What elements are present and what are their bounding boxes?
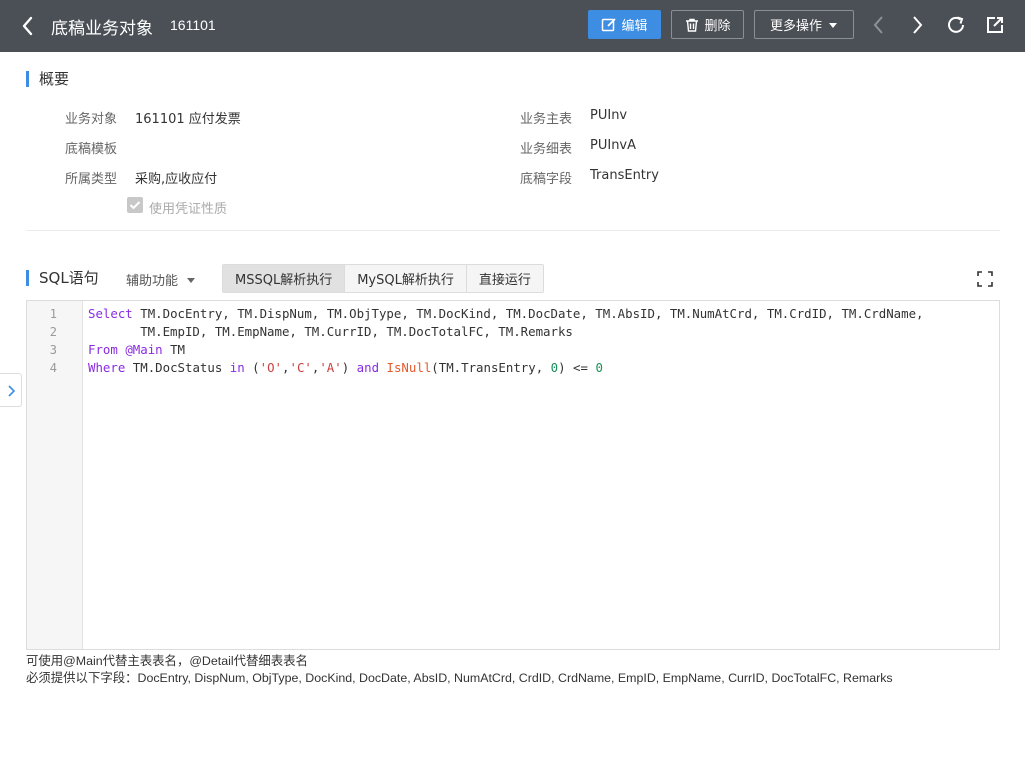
prev-icon[interactable] (868, 14, 890, 36)
back-icon[interactable] (18, 14, 38, 38)
voucher-nature-label: 使用凭证性质 (149, 202, 228, 217)
fullscreen-icon[interactable] (976, 270, 994, 288)
code-text: TM.DocStatus (132, 360, 223, 375)
code-line-1: Select TM.DocEntry, TM.DispNum, TM.ObjTy… (88, 306, 924, 321)
section-divider (26, 230, 1000, 231)
next-icon[interactable] (906, 14, 928, 36)
keyword: in (229, 360, 245, 375)
expand-sidebar-button[interactable] (0, 373, 22, 407)
top-bar: 底稿业务对象 161101 编辑 删除 更多操作 (0, 0, 1025, 52)
caret-down-icon (187, 278, 196, 283)
expand-sidebar-icon (8, 385, 16, 397)
check-icon (129, 201, 141, 210)
template-label: 底稿模板 (65, 142, 118, 157)
edit-button-label: 编辑 (621, 19, 648, 34)
field-value: TransEntry (590, 168, 659, 183)
biz-object-label: 业务对象 (65, 112, 118, 127)
required-fields-note: 必须提供以下字段：DocEntry, DispNum, ObjType, Doc… (26, 671, 893, 685)
refresh-icon[interactable] (945, 14, 967, 36)
number-literal: 0 (595, 360, 603, 375)
tab-mssql-execute[interactable]: MSSQL解析执行 (223, 265, 346, 292)
operator: <= (573, 360, 588, 375)
detail-table-value: PUInvA (590, 138, 637, 153)
line-number: 1 (49, 307, 57, 321)
line-number: 4 (49, 361, 57, 375)
string-literal: 'O' (259, 360, 283, 375)
usage-note: 可使用@Main代替主表表名，@Detail代替细表表名 (26, 654, 308, 668)
edit-button[interactable]: 编辑 (588, 10, 661, 39)
line-number: 3 (49, 343, 57, 357)
external-link-icon[interactable] (984, 14, 1006, 36)
table-alias: TM (170, 342, 186, 357)
execution-mode-tabs: MSSQL解析执行 MySQL解析执行 直接运行 (222, 264, 544, 293)
code-text: TM.DocEntry, TM.DispNum, TM.ObjType, TM.… (140, 306, 924, 321)
code-line-2: TM.EmpID, TM.EmpName, TM.CurrID, TM.DocT… (88, 324, 573, 339)
main-table-value: PUInv (590, 108, 628, 123)
voucher-nature-checkbox[interactable] (127, 197, 143, 213)
keyword: From (88, 342, 118, 357)
string-literal: 'A' (319, 360, 342, 375)
delete-button[interactable]: 删除 (671, 10, 744, 39)
keyword: and (356, 360, 380, 375)
edit-icon (602, 17, 617, 31)
main-table-placeholder: @Main (125, 342, 163, 357)
more-actions-dropdown[interactable]: 更多操作 (754, 10, 854, 39)
type-value: 采购,应收应付 (135, 172, 218, 187)
string-literal: 'C' (289, 360, 312, 375)
tab-mysql-execute[interactable]: MySQL解析执行 (345, 265, 467, 292)
more-actions-label: 更多操作 (769, 19, 822, 34)
assist-dropdown[interactable]: 辅助功能 (126, 270, 196, 289)
sql-editor[interactable]: 1 2 3 4 Select TM.DocEntry, TM.DispNum, … (26, 300, 1000, 650)
function-name: IsNull (386, 360, 432, 375)
detail-table-label: 业务细表 (520, 142, 573, 157)
page-title: 底稿业务对象 (51, 19, 153, 39)
number-literal: 0 (550, 360, 559, 375)
keyword: Select (88, 306, 133, 321)
object-code: 161101 (170, 17, 216, 33)
overview-section-title: 概要 (26, 71, 69, 87)
biz-object-value: 161101 应付发票 (135, 112, 241, 127)
delete-button-label: 删除 (704, 19, 731, 34)
code-text: TM.TransEntry (438, 360, 536, 375)
code-line-3: From @Main TM (88, 342, 185, 357)
line-number: 2 (49, 325, 57, 339)
assist-label: 辅助功能 (126, 274, 179, 289)
tab-direct-run[interactable]: 直接运行 (466, 265, 543, 292)
trash-icon (686, 18, 699, 32)
line-number-gutter: 1 2 3 4 (27, 301, 83, 649)
caret-down-icon (829, 22, 837, 28)
keyword: Where (88, 360, 126, 375)
type-label: 所属类型 (65, 172, 118, 187)
sql-section-title: SQL语句 (26, 270, 99, 286)
main-table-label: 业务主表 (520, 112, 573, 127)
code-line-4: Where TM.DocStatus in ('O','C','A') and … (88, 360, 603, 375)
field-label: 底稿字段 (520, 172, 573, 187)
